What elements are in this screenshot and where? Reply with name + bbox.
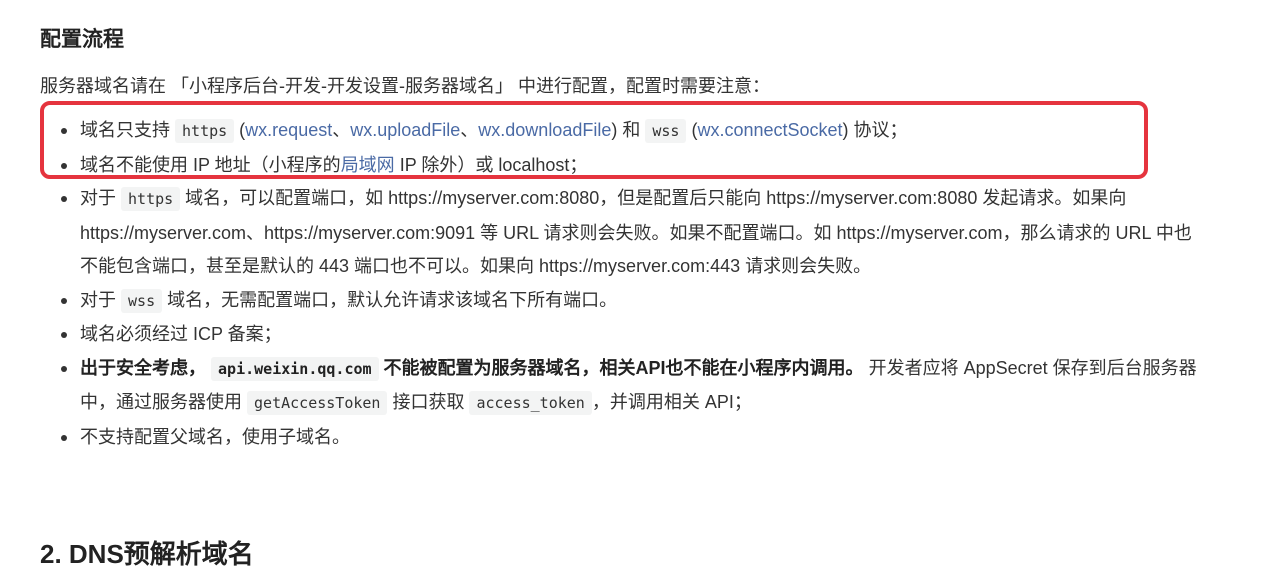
inline-code: https <box>175 119 235 143</box>
inline-code: wss <box>645 119 687 143</box>
document-content: 配置流程 服务器域名请在 「小程序后台-开发-开发设置-服务器域名」 中进行配置… <box>40 24 1240 454</box>
inline-code: access_token <box>469 391 592 415</box>
list-item: 域名只支持 https (wx.request、wx.uploadFile、wx… <box>61 114 1200 149</box>
inline-code: wss <box>121 288 163 313</box>
link-lan[interactable]: 局域网 <box>341 155 395 175</box>
list-item: 不支持配置父域名，使用子域名。 <box>61 421 1200 455</box>
link-wx-request[interactable]: wx.request <box>245 120 332 140</box>
inline-code: getAccessToken <box>247 391 388 415</box>
inline-code: api.weixin.qq.com <box>211 356 379 381</box>
intro-paragraph: 服务器域名请在 「小程序后台-开发-开发设置-服务器域名」 中进行配置，配置时需… <box>40 76 770 96</box>
list-item: 对于 wss 域名，无需配置端口，默认允许请求该域名下所有端口。 <box>61 284 1200 319</box>
link-wx-uploadfile[interactable]: wx.uploadFile <box>350 120 460 140</box>
section-title: 配置流程 <box>40 28 124 51</box>
link-wx-downloadfile[interactable]: wx.downloadFile <box>478 120 611 140</box>
bold-text: 不能被配置为服务器域名，相关API也不能在小程序内调用。 <box>378 357 864 378</box>
rules-list: 域名只支持 https (wx.request、wx.uploadFile、wx… <box>40 114 1240 454</box>
link-wx-connectsocket[interactable]: wx.connectSocket <box>697 120 842 140</box>
list-item: 对于 https 域名，可以配置端口，如 https://myserver.co… <box>61 182 1200 284</box>
inline-code: https <box>121 187 181 211</box>
next-section-heading: 2. DNS预解析域名 <box>40 539 254 569</box>
list-item: 域名不能使用 IP 地址（小程序的局域网 IP 除外）或 localhost； <box>61 149 1200 183</box>
list-item: 出于安全考虑， api.weixin.qq.com 不能被配置为服务器域名，相关… <box>61 352 1200 421</box>
bold-text: 出于安全考虑， <box>80 357 206 378</box>
list-item: 域名必须经过 ICP 备案； <box>61 318 1200 352</box>
